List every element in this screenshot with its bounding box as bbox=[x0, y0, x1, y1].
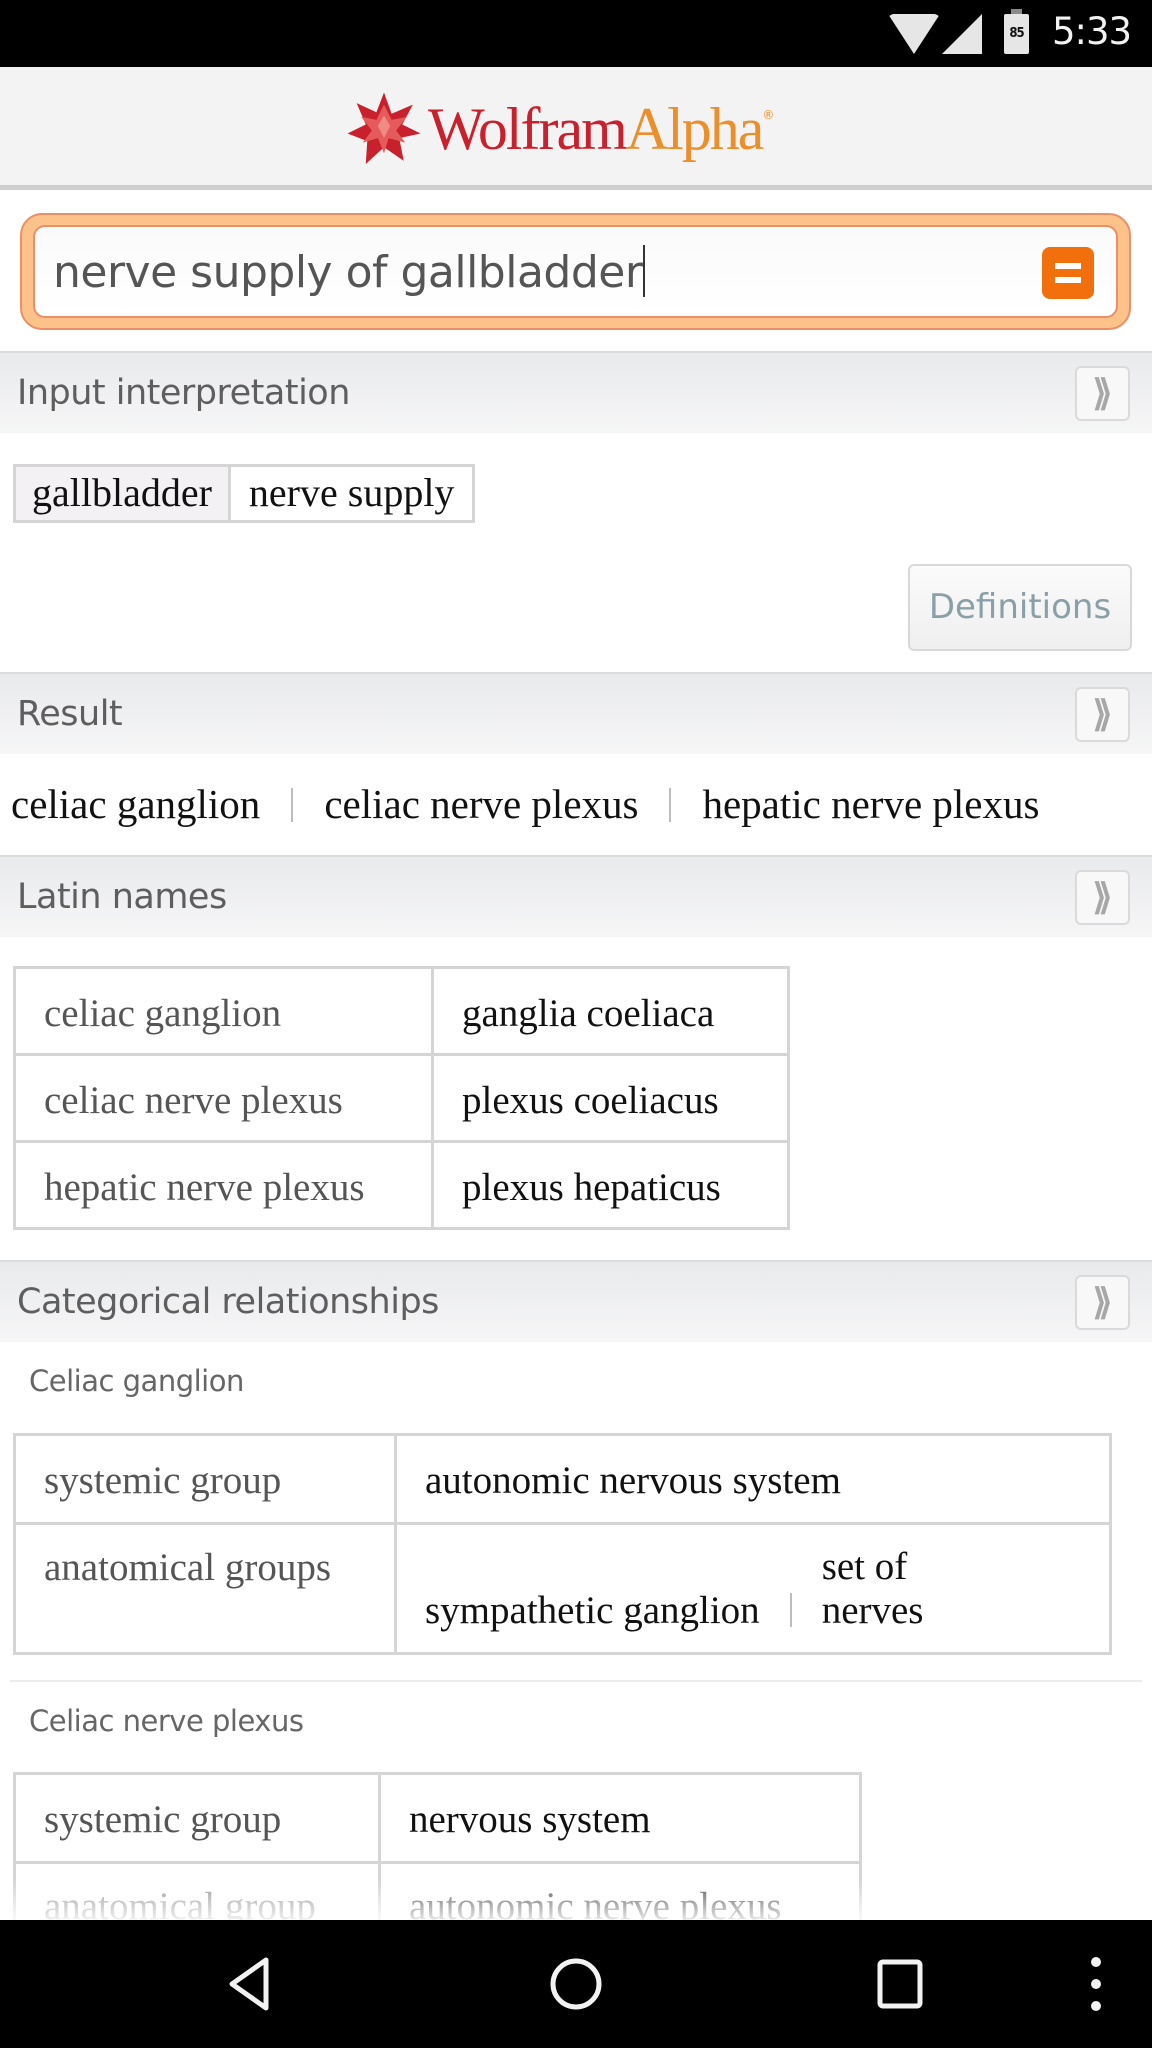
table-cell-value: autonomic nervous system bbox=[394, 1433, 1112, 1525]
text-caret bbox=[643, 245, 646, 297]
table-cell-key: hepatic nerve plexus bbox=[13, 1140, 434, 1230]
recents-icon[interactable] bbox=[870, 1954, 930, 2014]
search-area: nerve supply of gallbladder bbox=[0, 195, 1152, 350]
battery-icon: 85 bbox=[1004, 9, 1029, 54]
pod-header-input-interpretation: Input interpretation ⟫ bbox=[0, 351, 1152, 433]
table-cell-value: nervous system bbox=[378, 1772, 862, 1864]
table-cell-key: celiac nerve plexus bbox=[13, 1053, 434, 1143]
cell-signal-icon bbox=[942, 14, 982, 54]
navigation-bar bbox=[0, 1920, 1152, 2048]
double-chevron-right-icon[interactable]: ⟫ bbox=[1075, 366, 1130, 421]
pod-title: Input interpretation bbox=[17, 373, 350, 413]
pod-header-result: Result ⟫ bbox=[0, 672, 1152, 754]
double-chevron-right-icon[interactable]: ⟫ bbox=[1075, 1275, 1130, 1330]
table-cell-key: celiac ganglion bbox=[13, 966, 434, 1056]
categorical-table: systemic group autonomic nervous system … bbox=[13, 1433, 1112, 1655]
pod-title: Result bbox=[17, 694, 123, 734]
table-row: celiac nerve plexus plexus coeliacus bbox=[13, 1053, 790, 1143]
separator bbox=[789, 1593, 792, 1627]
table-cell-key: systemic group bbox=[13, 1433, 397, 1525]
search-box: nerve supply of gallbladder bbox=[20, 213, 1131, 330]
status-bar: 85 5:33 bbox=[0, 0, 1152, 67]
table-cell-key: anatomical groups bbox=[13, 1522, 397, 1655]
pod-title: Categorical relationships bbox=[17, 1282, 439, 1322]
table-row: systemic group autonomic nervous system bbox=[13, 1433, 1112, 1525]
pod-title: Latin names bbox=[17, 877, 227, 917]
table-cell-key: systemic group bbox=[13, 1772, 381, 1864]
wifi-icon bbox=[888, 14, 940, 54]
separator bbox=[669, 788, 672, 822]
home-icon[interactable] bbox=[546, 1954, 606, 2014]
result-item: hepatic nerve plexus bbox=[702, 781, 1040, 827]
result-item: celiac ganglion bbox=[11, 781, 261, 827]
equals-icon[interactable] bbox=[1042, 247, 1094, 299]
battery-level: 85 bbox=[1009, 26, 1024, 41]
group-label: Celiac ganglion bbox=[29, 1364, 244, 1398]
table-cell-value: plexus hepaticus bbox=[431, 1140, 790, 1230]
definitions-button[interactable]: Definitions bbox=[908, 564, 1132, 651]
result-list: celiac ganglion celiac nerve plexus hepati… bbox=[11, 780, 1039, 828]
scroll-fade bbox=[0, 1880, 1152, 1920]
separator bbox=[291, 788, 294, 822]
registered-mark: ® bbox=[762, 107, 774, 122]
value-item: set of nerves bbox=[821, 1545, 924, 1632]
table-cell-value: sympathetic ganglion set of nerves bbox=[394, 1522, 1112, 1655]
table-row: systemic group nervous system bbox=[13, 1772, 862, 1864]
double-chevron-right-icon[interactable]: ⟫ bbox=[1075, 870, 1130, 925]
back-icon[interactable] bbox=[222, 1954, 282, 2014]
query-text: nerve supply of gallbladder bbox=[53, 247, 643, 298]
result-item: celiac nerve plexus bbox=[324, 781, 639, 827]
table-row: anatomical groups sympathetic ganglion se… bbox=[13, 1522, 1112, 1655]
logo-alpha: Alpha bbox=[625, 95, 765, 162]
interpretation-cell: nerve supply bbox=[248, 470, 455, 515]
table-row: celiac ganglion ganglia coeliaca bbox=[13, 966, 790, 1056]
logo-text: WolframAlpha® bbox=[428, 95, 774, 164]
table-cell-value: ganglia coeliaca bbox=[431, 966, 790, 1056]
overflow-menu-icon[interactable] bbox=[1066, 1954, 1126, 2014]
table-cell-value: plexus coeliacus bbox=[431, 1053, 790, 1143]
clock: 5:33 bbox=[1052, 10, 1132, 53]
app-header: WolframAlpha® bbox=[0, 67, 1152, 190]
table-row: hepatic nerve plexus plexus hepaticus bbox=[13, 1140, 790, 1230]
search-input[interactable]: nerve supply of gallbladder bbox=[33, 225, 1118, 318]
double-chevron-right-icon[interactable]: ⟫ bbox=[1075, 687, 1130, 742]
group-label: Celiac nerve plexus bbox=[29, 1704, 304, 1738]
pod-header-latin-names: Latin names ⟫ bbox=[0, 855, 1152, 937]
pod-header-categorical-relationships: Categorical relationships ⟫ bbox=[0, 1260, 1152, 1342]
logo-wolfram: Wolfram bbox=[428, 95, 628, 162]
wolfram-star-icon bbox=[347, 92, 421, 164]
group-divider bbox=[10, 1680, 1142, 1682]
wolfram-alpha-logo[interactable]: WolframAlpha® bbox=[346, 89, 774, 169]
search-input-value[interactable]: nerve supply of gallbladder bbox=[53, 245, 646, 298]
input-interpretation-box: gallbladder nerve supply bbox=[13, 464, 476, 523]
value-item: sympathetic ganglion bbox=[425, 1589, 760, 1632]
latin-names-table: celiac ganglion ganglia coeliaca celiac … bbox=[13, 966, 790, 1230]
interpretation-cell: gallbladder bbox=[16, 467, 231, 520]
